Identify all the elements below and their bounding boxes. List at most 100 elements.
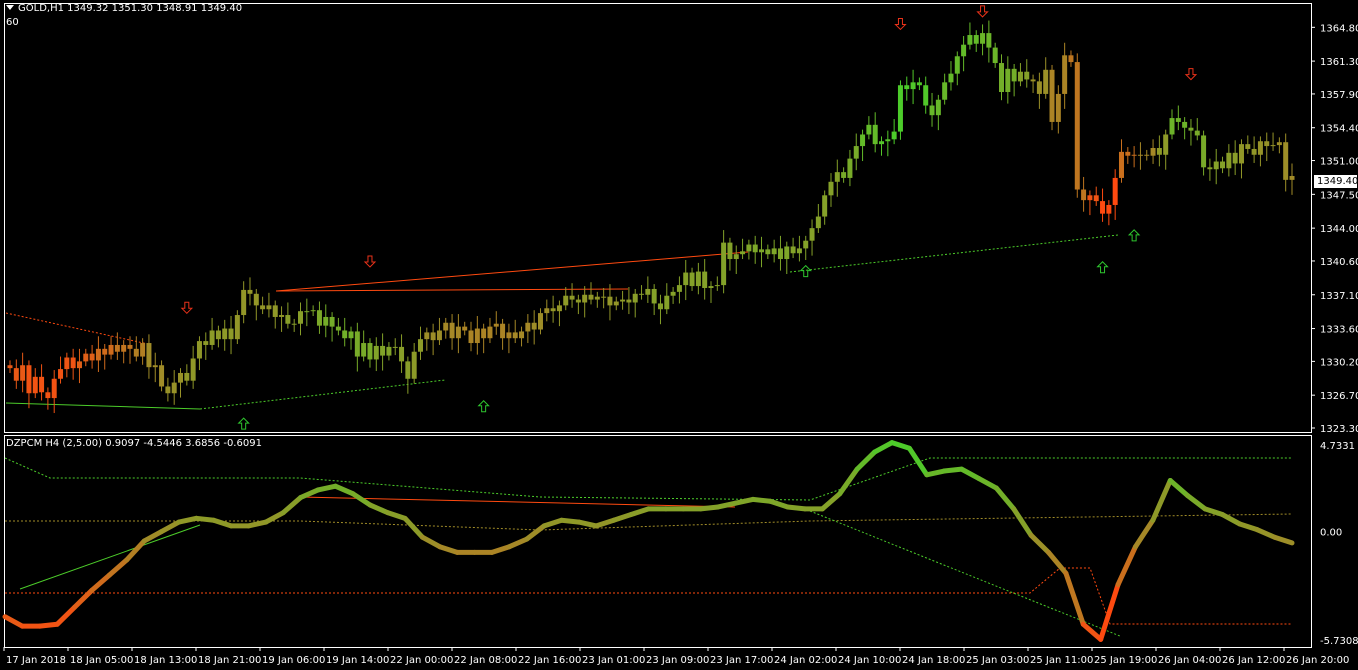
candle-body [310, 310, 316, 312]
dropdown-triangle-icon[interactable] [6, 5, 14, 10]
candle-body [178, 372, 184, 383]
indicator-segment [106, 557, 130, 578]
candle-body [474, 328, 480, 344]
candle-body [607, 296, 613, 306]
up-arrow-icon [1096, 261, 1109, 274]
indicator-segment [837, 466, 860, 497]
candle-body [645, 288, 651, 295]
time-axis-label: 24 Jan 02:00 [774, 655, 837, 666]
indicator-axis-label: -5.7308 [1320, 636, 1358, 647]
candle-body [632, 293, 638, 303]
candle-body [531, 322, 537, 330]
candle-body [405, 361, 411, 379]
indicator-segment [176, 515, 199, 525]
indicator-segment [854, 449, 878, 472]
price-axis-label: 1347.50 [1320, 190, 1358, 201]
indicator-segment [1080, 621, 1104, 642]
candle-body [1163, 134, 1169, 155]
candle-body [443, 322, 449, 331]
candle-body [247, 289, 253, 294]
time-axis-label: 18 Jan 05:00 [70, 655, 133, 666]
candle-body [1188, 127, 1194, 131]
time-axis-label: 24 Jan 10:00 [838, 655, 901, 666]
candle-body [1257, 141, 1263, 155]
candle-body [746, 244, 752, 252]
candle-body [980, 33, 986, 44]
candle-body [361, 343, 367, 357]
candle-body [721, 242, 727, 286]
candle-body [626, 299, 632, 303]
upper-band [4, 457, 1292, 501]
candle-body [733, 254, 739, 260]
lower-band [5, 567, 1292, 625]
time-axis-label: 23 Jan 09:00 [646, 655, 709, 666]
candle-body [45, 392, 51, 399]
candle-body [752, 244, 758, 253]
candle-body [348, 331, 354, 339]
candle-body [133, 348, 139, 357]
candle-body [26, 365, 32, 394]
chart-canvas[interactable]: 1364.80 1361.30 1357.90 1354.40 1351.00 1347.… [0, 0, 1358, 670]
candle-body [512, 332, 518, 339]
candle-body [676, 285, 682, 292]
candle-body [910, 82, 916, 90]
indicator-segment [1202, 506, 1225, 518]
trend-line-down [5, 312, 149, 345]
indicator-segment [819, 491, 843, 512]
candle-body [468, 330, 474, 344]
candle-body [998, 63, 1004, 92]
symbol-header[interactable]: GOLD,H1 1349.32 1351.30 1348.91 1349.40 [6, 3, 242, 15]
time-axis-label: 25 Jan 03:00 [966, 655, 1029, 666]
candle-body [70, 357, 76, 369]
candle-body [657, 303, 663, 310]
candle-body [1087, 195, 1093, 201]
candle-body [83, 353, 89, 362]
up-arrow-icon [477, 400, 490, 413]
candle-body [689, 272, 695, 287]
candle-body [904, 85, 910, 90]
indicator-frame [4, 435, 1312, 648]
candle-body [190, 358, 196, 381]
candle-body [1232, 152, 1238, 164]
candle-body [891, 131, 897, 140]
indicator-segment [1098, 582, 1121, 642]
candle-body [1175, 118, 1181, 122]
candle-body [765, 249, 771, 255]
indicator-segment [402, 515, 425, 540]
candle-body [222, 328, 228, 340]
candle-body [714, 285, 720, 287]
indicator-segment [750, 496, 773, 504]
candle-body [1043, 69, 1049, 94]
candle-body [1055, 93, 1061, 122]
indicator-segment [1185, 493, 1208, 512]
period-value: 60 [6, 17, 19, 28]
indicator-segment [541, 517, 565, 529]
time-axis-label: 23 Jan 01:00 [582, 655, 645, 666]
candle-body [1036, 81, 1042, 94]
candle-body [809, 228, 815, 241]
candle-body [1112, 177, 1118, 205]
candle-body [165, 386, 171, 394]
candle-body [923, 85, 929, 106]
price-axis-label: 1340.60 [1320, 257, 1358, 268]
indicator-segment [419, 534, 443, 550]
candle-body [803, 240, 809, 249]
indicator-segment [37, 621, 60, 629]
candle-body [1062, 55, 1068, 94]
candle-body [380, 345, 386, 356]
candle-body [108, 344, 114, 355]
candle-body [1030, 79, 1036, 82]
candle-body [708, 286, 714, 288]
price-axis-label: 1361.30 [1320, 57, 1358, 68]
candle-body [683, 272, 689, 286]
candle-body [285, 315, 291, 324]
indicator-segment [715, 500, 738, 510]
time-axis-label: 18 Jan 13:00 [134, 655, 197, 666]
candle-body [159, 365, 165, 387]
candle-body [961, 44, 967, 57]
candle-body [1137, 154, 1143, 156]
candle-body [342, 330, 348, 339]
candle-body [815, 216, 821, 229]
candle-body [1207, 167, 1213, 170]
candle-body [879, 141, 885, 145]
